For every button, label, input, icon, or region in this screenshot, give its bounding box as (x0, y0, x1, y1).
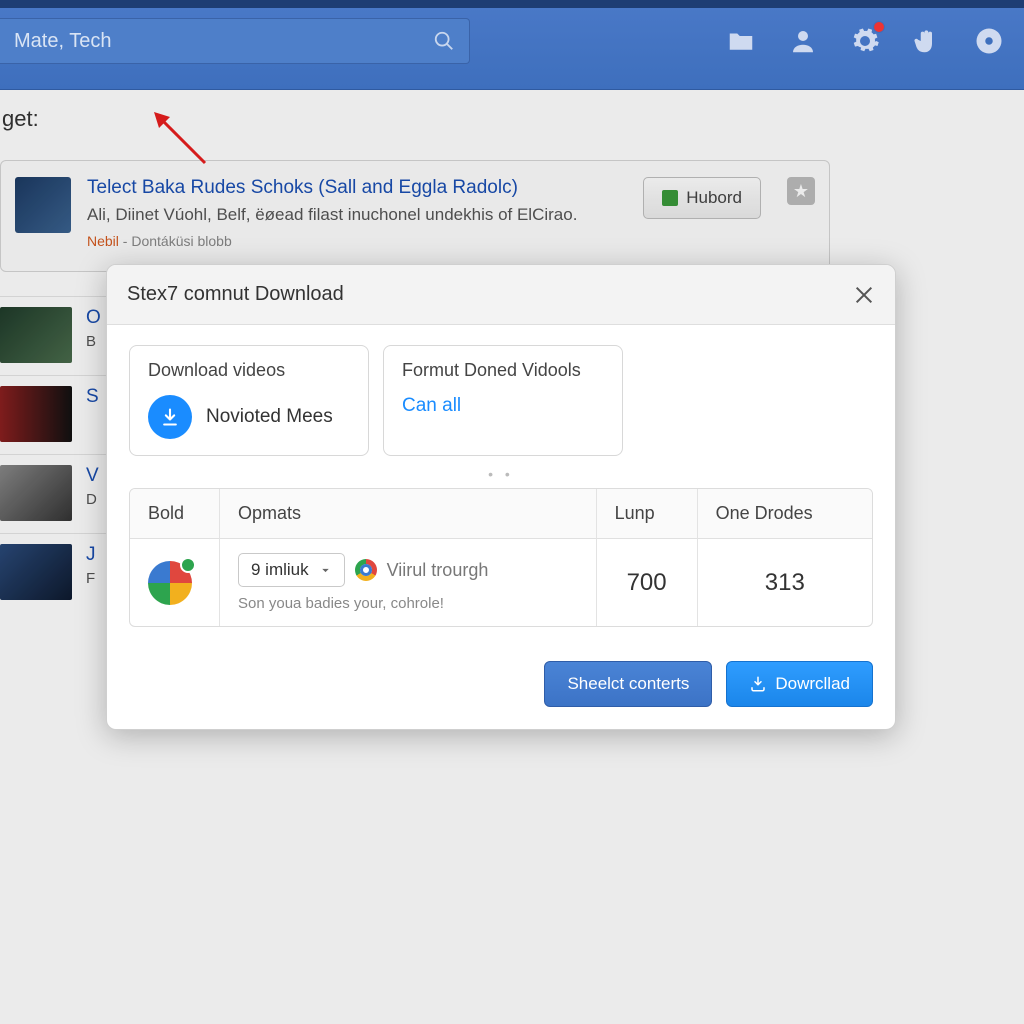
grab-icon[interactable] (912, 26, 942, 56)
search-icon[interactable] (433, 30, 455, 52)
gear-icon[interactable] (850, 26, 880, 56)
notification-badge (873, 21, 885, 33)
download-modal: Stex7 comnut Download Download videos No… (106, 264, 896, 730)
format-select[interactable]: 9 imliuk (238, 553, 345, 587)
option-format-videos[interactable]: Formut Doned Vidools Can all (383, 345, 623, 456)
col-header-lunp: Lunp (597, 489, 698, 539)
option-label: Download videos (148, 360, 350, 381)
col-header-opmats: Opmats (220, 489, 597, 539)
option-action-link[interactable]: Can all (402, 395, 461, 417)
browser-icon (355, 559, 377, 581)
user-icon[interactable] (788, 26, 818, 56)
table-row: 9 imliuk Viirul trourgh Son youa badies … (130, 539, 872, 626)
select-contents-button[interactable]: Sheelct conterts (544, 661, 712, 707)
option-download-videos[interactable]: Download videos Novioted Mees (129, 345, 369, 456)
select-btn-label: Sheelct conterts (567, 674, 689, 694)
col-header-bold: Bold (130, 489, 220, 539)
app-pie-icon (148, 561, 192, 605)
top-header (0, 0, 1024, 90)
col-header-one-drodes: One Drodes (698, 489, 872, 539)
disc-icon[interactable] (974, 26, 1004, 56)
search-input[interactable] (14, 30, 433, 53)
modal-header: Stex7 comnut Download (107, 265, 895, 325)
pager-dots: • • (129, 466, 873, 482)
close-icon (853, 284, 875, 306)
row-note: Son youa badies your, cohrole! (238, 595, 578, 612)
browser-tabs-strip (0, 0, 1024, 8)
option-action: Novioted Mees (206, 406, 333, 428)
download-icon (148, 395, 192, 439)
download-btn-label: Dowrcllad (775, 674, 850, 694)
download-table: Bold Opmats Lunp One Drodes 9 imliuk (129, 488, 873, 627)
close-button[interactable] (853, 284, 875, 306)
modal-footer: Sheelct conterts Dowrcllad (107, 651, 895, 729)
browser-text: Viirul trourgh (387, 560, 489, 581)
check-badge-icon (180, 557, 196, 573)
header-icon-group (726, 26, 1004, 56)
folder-icon[interactable] (726, 26, 756, 56)
select-value: 9 imliuk (251, 560, 309, 580)
search-box[interactable] (0, 18, 470, 64)
cell-lunp: 700 (597, 539, 698, 626)
modal-body: Download videos Novioted Mees Formut Don… (107, 325, 895, 651)
cell-one-drodes: 313 (698, 539, 872, 626)
modal-title: Stex7 comnut Download (127, 283, 344, 306)
download-button[interactable]: Dowrcllad (726, 661, 873, 707)
option-label: Formut Doned Vidools (402, 360, 604, 381)
download-icon (749, 675, 767, 693)
chevron-down-icon (319, 564, 332, 577)
